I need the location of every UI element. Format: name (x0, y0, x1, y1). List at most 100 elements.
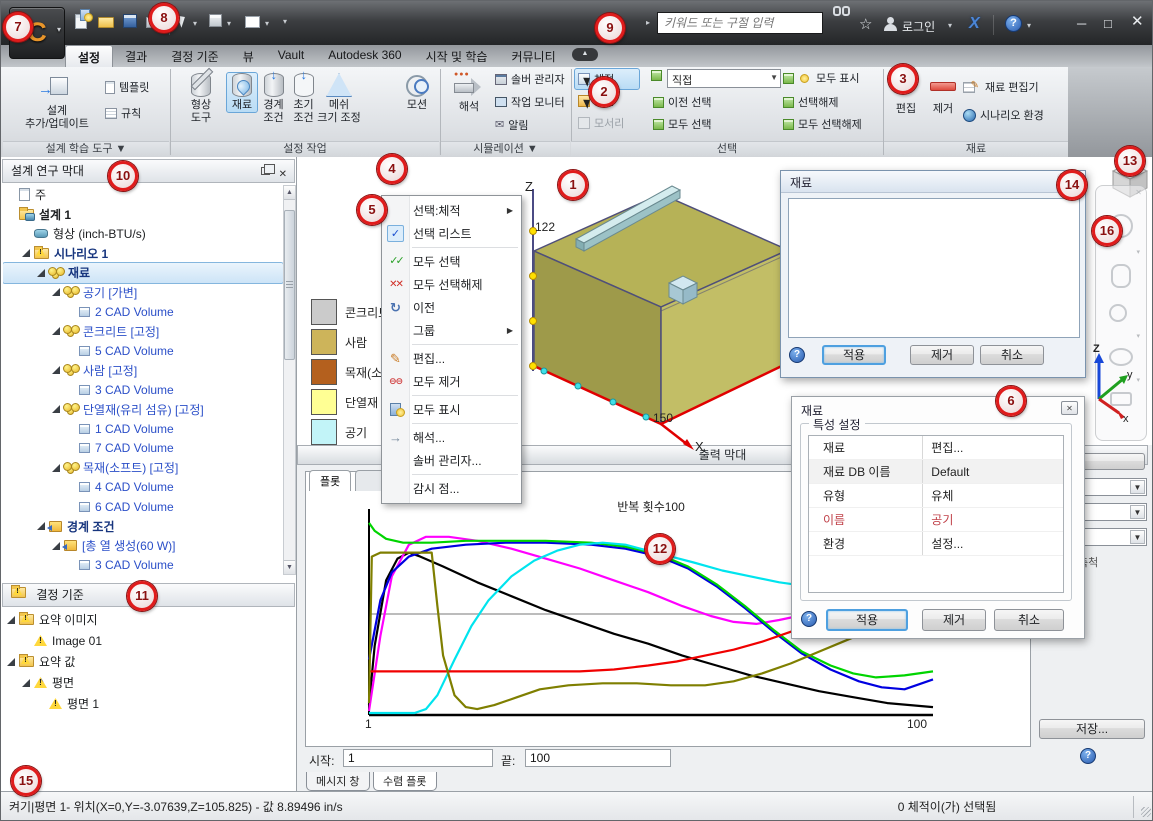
scenario-environment-button[interactable]: 시나리오 환경 (963, 107, 1044, 123)
tree-item[interactable]: 시나리오 1 (3, 244, 283, 264)
tree-item[interactable]: 1 CAD Volume (3, 419, 283, 439)
boundary-conditions-button[interactable]: 경계 조건 (259, 67, 288, 125)
tree-item[interactable]: 단열재(유리 섬유) [고정] (3, 400, 283, 420)
selection-method-combo[interactable]: 직접 ▼ (667, 69, 781, 88)
table-tool-icon[interactable] (245, 16, 260, 28)
menu-item[interactable]: 감시 점... (382, 477, 521, 500)
caret-down-icon[interactable]: ▼ (1130, 505, 1145, 519)
cancel-button[interactable]: 취소 (980, 345, 1044, 365)
tree-item[interactable]: 경계 조건 (3, 517, 283, 537)
solver-manager-button[interactable]: 솔버 관리자 (495, 71, 565, 87)
group-label-design-tools[interactable]: 설계 학습 도구 ▼ (3, 141, 169, 156)
menu-item[interactable]: 모두 표시 (382, 398, 521, 421)
view-box-icon[interactable] (209, 14, 222, 27)
menu-item[interactable]: 해석... (382, 426, 521, 449)
ribbon-tab[interactable]: 설정 (65, 45, 114, 67)
tree-item[interactable]: 평면 (3, 672, 295, 693)
search-arrow-icon[interactable]: ▸ (646, 18, 650, 27)
convergence-plot-tab[interactable]: 수렴 플롯 (373, 772, 437, 791)
navbar-close-icon[interactable]: ✕ (1135, 188, 1142, 197)
menu-item[interactable]: 그룹 ▶ (382, 319, 521, 342)
login-button[interactable]: 로그인 (902, 18, 935, 35)
caret-down-icon[interactable]: ▾ (1136, 332, 1140, 340)
save-button[interactable]: 저장... (1039, 719, 1145, 739)
property-row[interactable]: 유형 유체 (809, 484, 1063, 508)
caret-down-icon[interactable]: ▾ (948, 21, 952, 30)
property-row[interactable]: 재료 DB 이름 Default (809, 460, 1063, 484)
tree-item[interactable]: 평면 1 (3, 693, 295, 714)
tree-item[interactable]: 요약 값 (3, 651, 295, 672)
float-panel-icon[interactable] (261, 164, 275, 175)
exchange-apps-icon[interactable]: X (969, 15, 980, 33)
caret-down-icon[interactable]: ▾ (265, 19, 269, 28)
expander-icon[interactable] (7, 615, 15, 624)
resize-grip-icon[interactable] (1141, 807, 1151, 817)
open-file-icon[interactable] (98, 17, 114, 28)
expander-icon[interactable] (22, 678, 30, 687)
tree-item[interactable]: 주 (3, 185, 283, 205)
cancel-button[interactable]: 취소 (994, 609, 1064, 631)
caret-down-icon[interactable]: ▾ (193, 19, 197, 28)
expander-icon[interactable] (52, 541, 60, 550)
tree-item[interactable]: 7 CAD Volume (3, 439, 283, 459)
apply-button[interactable]: 적용 (826, 609, 908, 631)
template-button[interactable]: 템플릿 (105, 79, 149, 95)
caret-down-icon[interactable]: ▾ (1027, 21, 1031, 30)
tree-item[interactable]: 사람 [고정] (3, 361, 283, 381)
expander-icon[interactable] (37, 268, 45, 277)
ribbon-tab[interactable]: 커뮤니티 (499, 45, 567, 67)
notifications-button[interactable]: ✉ 알림 (495, 117, 528, 133)
expander-icon[interactable] (52, 288, 60, 297)
menu-item[interactable]: 모두 선택해제 (382, 273, 521, 296)
tree-item[interactable]: 5 CAD Volume (3, 341, 283, 361)
tree-item[interactable]: 3 CAD Volume (3, 380, 283, 400)
menu-item[interactable]: 모두 제거 (382, 370, 521, 393)
close-panel-icon[interactable]: ✕ (279, 164, 287, 186)
remove-button[interactable]: 제거 (922, 609, 986, 631)
material-list-area[interactable] (788, 198, 1080, 338)
property-value[interactable]: 공기 (923, 508, 1063, 531)
expander-icon[interactable] (37, 522, 45, 531)
motion-button[interactable]: 모션 (397, 73, 437, 112)
scroll-down-icon[interactable]: ▼ (284, 560, 295, 574)
initial-conditions-button[interactable]: 초기 조건 (289, 67, 318, 125)
tree-item[interactable]: 재료 (3, 262, 283, 284)
help-icon[interactable]: ? (789, 347, 805, 363)
property-value[interactable]: 유체 (923, 484, 1063, 507)
expander-icon[interactable] (52, 463, 60, 472)
scroll-up-icon[interactable]: ▲ (284, 186, 295, 200)
deselect-button[interactable]: 선택해제 (783, 94, 838, 110)
window-minimize-button[interactable]: ─ (1077, 17, 1086, 30)
job-monitor-button[interactable]: 작업 모니터 (495, 94, 565, 110)
ribbon-tab[interactable]: Autodesk 360 (316, 45, 413, 67)
materials-button[interactable]: 재료 (226, 72, 258, 113)
deselect-all-button[interactable]: 모두 선택해제 (783, 116, 862, 132)
solve-button[interactable]: 해석 (445, 71, 493, 114)
tree-item[interactable]: 공기 [가변] (3, 283, 283, 303)
help-icon[interactable]: ? (1080, 748, 1096, 764)
expander-icon[interactable] (7, 657, 15, 666)
expander-icon[interactable] (22, 249, 30, 258)
caret-down-icon[interactable]: ▼ (1130, 530, 1145, 544)
search-input[interactable] (657, 12, 823, 34)
expander-icon[interactable] (52, 366, 60, 375)
ribbon-tab[interactable]: Vault (266, 45, 316, 67)
search-binoculars-icon[interactable] (833, 6, 851, 18)
window-close-button[interactable]: ✕ (1131, 14, 1144, 29)
save-icon[interactable] (123, 14, 137, 28)
window-maximize-button[interactable]: □ (1104, 17, 1112, 30)
menu-item[interactable]: 편집... (382, 347, 521, 370)
tree-item[interactable]: 4 CAD Volume (3, 478, 283, 498)
caret-down-icon[interactable]: ▼ (1130, 480, 1145, 494)
user-icon[interactable] (883, 17, 897, 31)
tree-item[interactable]: 형상 (inch-BTU/s) (3, 224, 283, 244)
tree-item[interactable]: 3 CAD Volume (3, 556, 283, 576)
caret-down-icon[interactable]: ▾ (1136, 248, 1140, 256)
ribbon-collapse-button[interactable]: ▲ (572, 48, 598, 61)
tree-item[interactable]: 목재(소프트) [고정] (3, 458, 283, 478)
menu-item[interactable]: 이전 (382, 296, 521, 319)
property-row[interactable]: 재료 편집... (809, 436, 1063, 460)
toolbar-overflow-icon[interactable]: ▾ (283, 17, 287, 26)
tree-item[interactable]: 6 CAD Volume (3, 497, 283, 517)
dialog-close-button[interactable]: ✕ (1061, 401, 1078, 415)
